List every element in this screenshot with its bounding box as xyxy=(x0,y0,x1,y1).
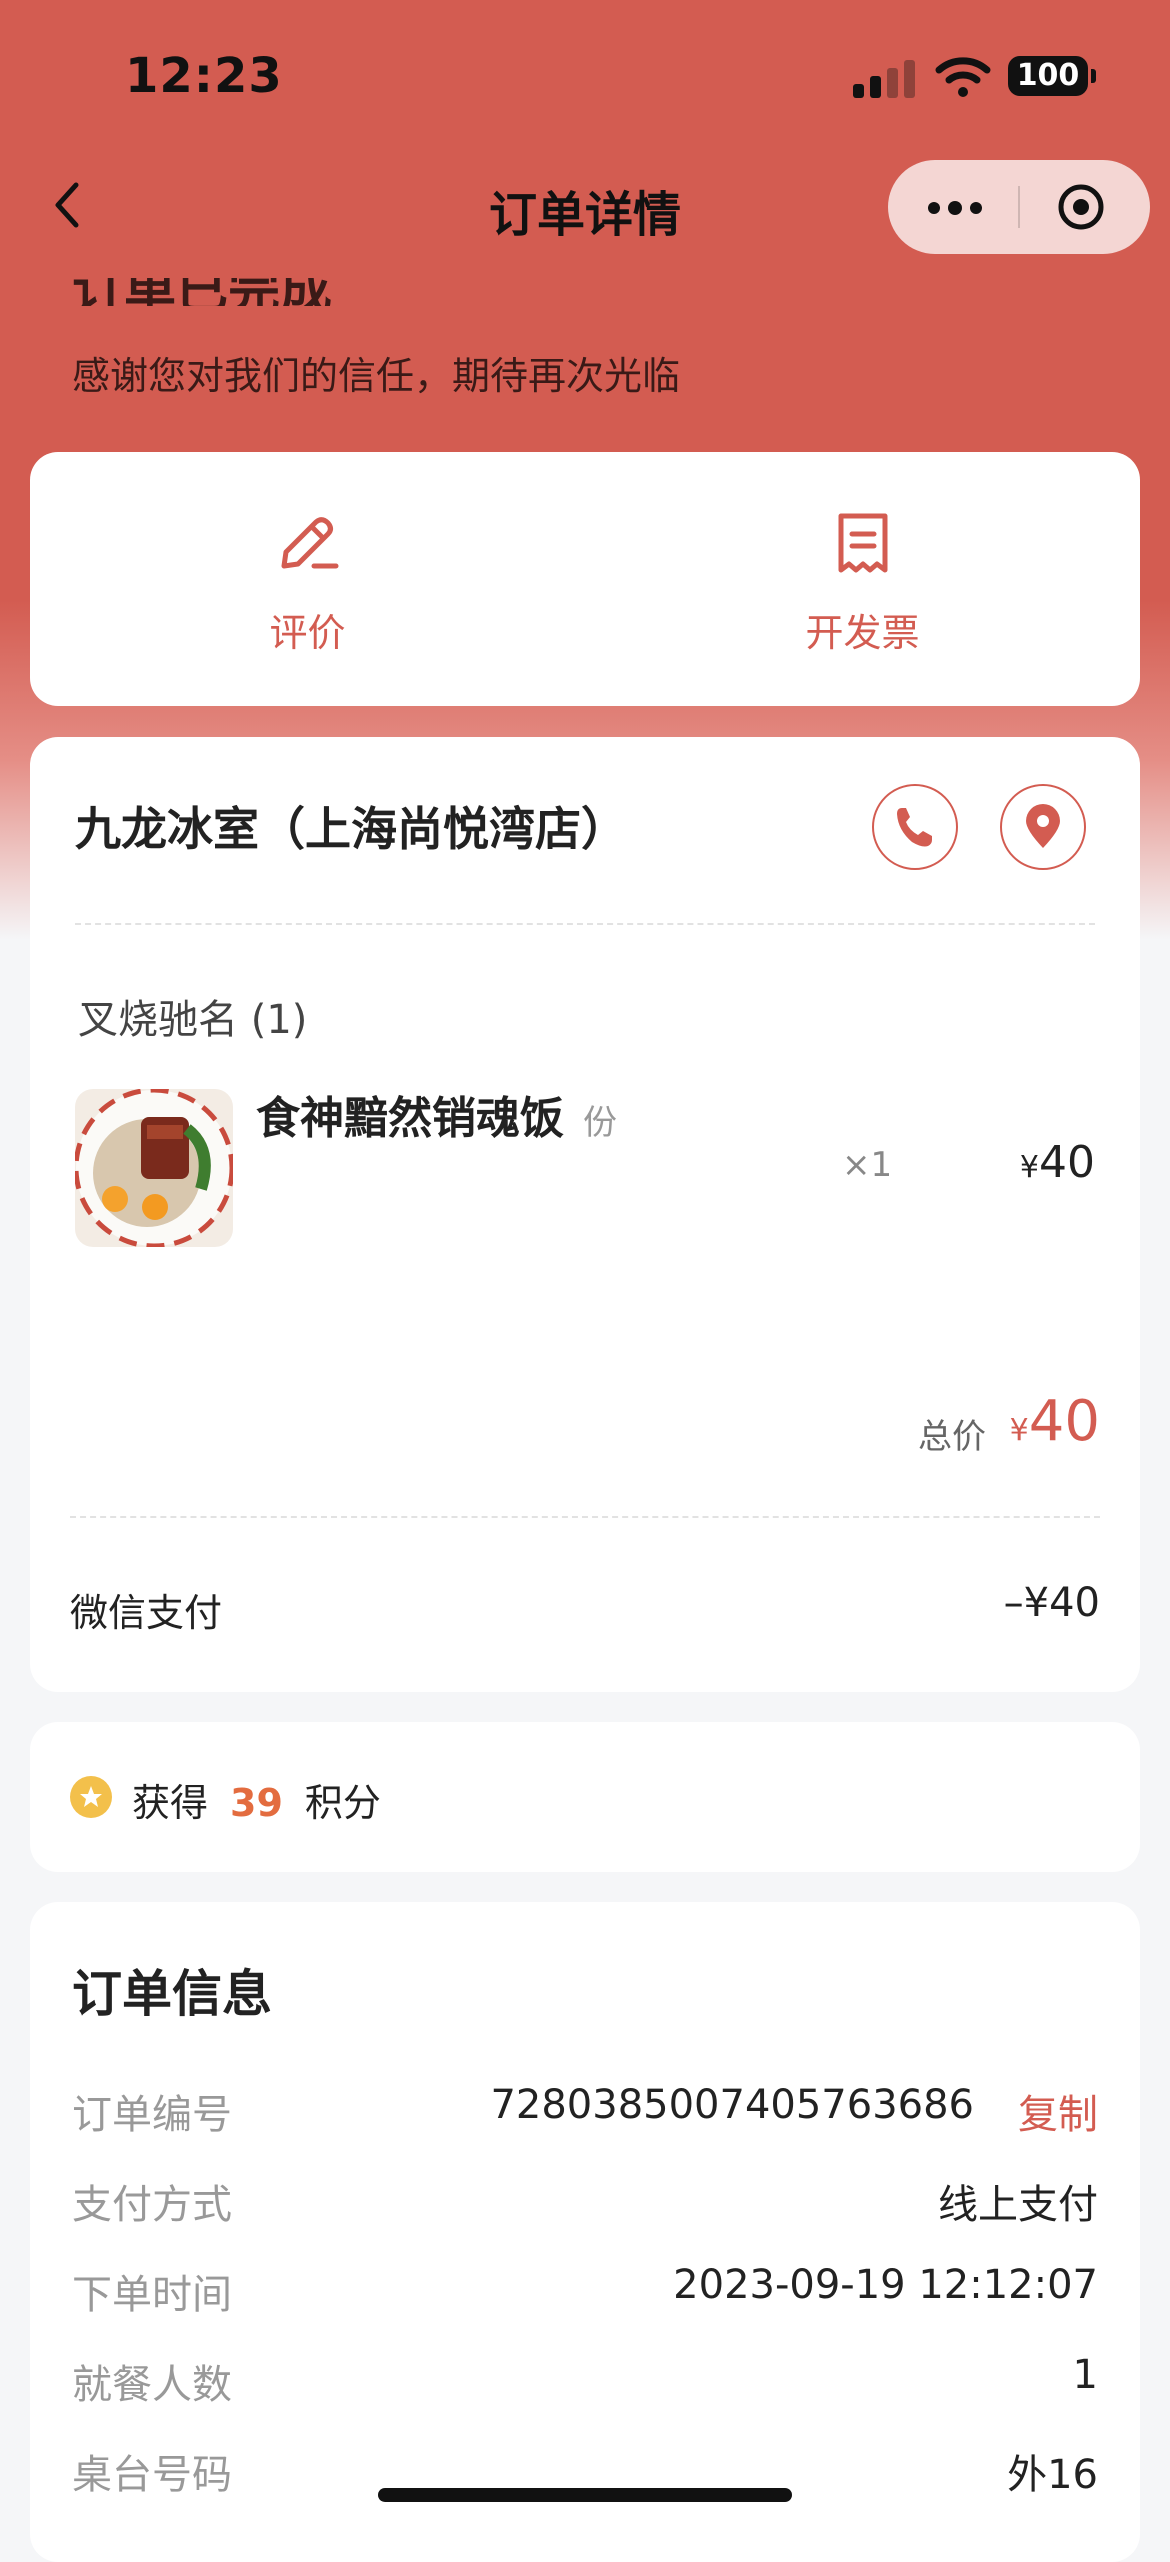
info-row-diners: 就餐人数 1 xyxy=(72,2352,1098,2412)
capsule-divider xyxy=(1018,186,1020,228)
info-label: 桌台号码 xyxy=(72,2452,232,2498)
receipt-icon xyxy=(838,513,887,573)
copy-button[interactable]: 复制 xyxy=(1018,2082,1098,2140)
dish-price: ¥40 xyxy=(1019,1137,1095,1188)
dish-quantity: ×1 xyxy=(842,1145,893,1185)
info-value: 2023-09-19 12:12:07 xyxy=(673,2262,1098,2308)
divider xyxy=(75,923,1095,925)
points-card: 获得 39 积分 xyxy=(30,1722,1140,1872)
info-value: 线上支付 xyxy=(938,2182,1098,2228)
home-indicator xyxy=(378,2488,792,2502)
store-location-button[interactable] xyxy=(1000,784,1086,870)
invoice-label: 开发票 xyxy=(805,611,920,655)
info-row-order-time: 下单时间 2023-09-19 12:12:07 xyxy=(72,2262,1098,2322)
info-label: 就餐人数 xyxy=(72,2362,232,2408)
status-bar: 12:23 100 xyxy=(0,0,1170,150)
total-price: ¥40 xyxy=(1009,1389,1100,1454)
review-button[interactable]: 评价 xyxy=(30,452,585,706)
points-star-icon xyxy=(70,1776,112,1818)
phone-icon xyxy=(897,808,932,847)
order-number: 7280385007405763686 xyxy=(490,2082,974,2128)
more-options-button[interactable] xyxy=(888,160,1018,254)
divider xyxy=(70,1516,1100,1518)
store-name: 九龙冰室（上海尚悦湾店） xyxy=(75,802,627,856)
info-label: 订单编号 xyxy=(72,2092,232,2138)
cellular-signal-icon xyxy=(853,58,917,98)
location-pin-icon xyxy=(1026,804,1060,848)
points-value: 39 xyxy=(230,1781,283,1825)
info-value: 1 xyxy=(1072,2352,1098,2398)
order-info-title: 订单信息 xyxy=(72,1965,272,2023)
actions-card: 评价 开发票 xyxy=(30,452,1140,706)
mini-program-capsule xyxy=(888,160,1150,254)
wifi-icon xyxy=(935,57,991,97)
info-row-order-number: 订单编号 7280385007405763686 复制 xyxy=(72,2082,1098,2142)
order-info-card: 订单信息 订单编号 7280385007405763686 复制 支付方式 线上… xyxy=(30,1902,1140,2562)
battery-icon: 100 xyxy=(1008,56,1096,96)
total-label: 总价 xyxy=(918,1417,986,1457)
status-time: 12:23 xyxy=(125,48,283,104)
close-target-icon[interactable] xyxy=(1056,182,1106,232)
dish-unit: 份 xyxy=(583,1103,617,1143)
info-label: 支付方式 xyxy=(72,2182,232,2228)
info-value: 外16 xyxy=(1007,2452,1098,2498)
dish-name: 食神黯然销魂饭 xyxy=(256,1093,564,1144)
payment-amount: –¥40 xyxy=(1003,1580,1100,1626)
call-store-button[interactable] xyxy=(872,784,958,870)
order-status-subtitle: 感谢您对我们的信任，期待再次光临 xyxy=(72,354,681,398)
info-row-payment: 支付方式 线上支付 xyxy=(72,2172,1098,2232)
invoice-button[interactable]: 开发票 xyxy=(585,452,1140,706)
store-order-card: 九龙冰室（上海尚悦湾店） 叉烧驰名 (1) 食神黯然销魂饭 份 ×1 ¥40 总… xyxy=(30,737,1140,1692)
review-label: 评价 xyxy=(269,611,346,655)
dish-category: 叉烧驰名 (1) xyxy=(78,997,308,1043)
info-label: 下单时间 xyxy=(72,2272,232,2318)
dish-thumbnail xyxy=(75,1089,233,1247)
points-earned: 获得 39 积分 xyxy=(132,1781,381,1825)
edit-pencil-icon xyxy=(281,517,338,569)
payment-method-label: 微信支付 xyxy=(70,1591,223,1635)
